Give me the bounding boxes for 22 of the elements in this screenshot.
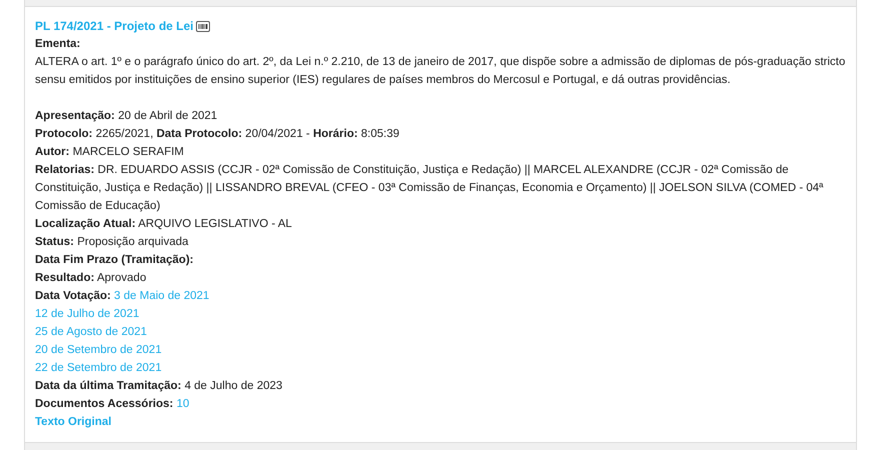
- field-line: Data Votação: 3 de Maio de 2021: [35, 289, 210, 304]
- field-line: Documentos Acessórios: 10: [35, 397, 190, 412]
- field-line: Autor: MARCELO SERAFIM: [35, 145, 185, 160]
- ementa-text: ALTERA o art. 1º e o parágrafo único do art. 2º, da Lei n.º 2.210, de 13 de janeiro de 2017, que dispõe sobre a admissão de diplomas de pós-graduação stricto sensu emitidos por instituições de ensino superior (IES) regulares de países membros do Mercosul e Portugal, e dá outras providências.: [35, 55, 846, 88]
- link[interactable]: 25 de Agosto de 2021: [35, 326, 147, 338]
- title-link[interactable]: PL 174/2021 - Projeto de Lei: [35, 17, 194, 35]
- field-line: Apresentação: 20 de Abril de 2021: [35, 109, 218, 124]
- field-line: Data Fim Prazo (Tramitação):: [35, 253, 194, 268]
- field-line: Resultado: Aprovado: [35, 271, 148, 286]
- link[interactable]: 20 de Setembro de 2021: [35, 344, 162, 356]
- field-line: Protocolo: 2265/2021, Data Protocolo: 20/04/2021 - Horário: 8:05:39: [35, 127, 400, 142]
- link[interactable]: 3 de Maio de 2021: [114, 290, 210, 302]
- field-line: Data da última Tramitação: 4 de Julho de 2023: [35, 379, 284, 394]
- link[interactable]: 22 de Setembro de 2021: [35, 362, 162, 374]
- field-label: Ementa:: [35, 37, 82, 52]
- field-line: Localização Atual: ARQUIVO LEGISLATIVO - AL: [35, 217, 293, 232]
- link[interactable]: 10: [176, 398, 190, 410]
- striped-box-icon: [196, 20, 210, 32]
- field-line: Relatorias: DR. EDUARDO ASSIS (CCJR - 02ª Comissão de Constituição, Justiça e Redação) || MARCEL ALEXANDRE (CCJR - 02ª Comissão de Constituição, Justiça e Redação) || LISSANDRO BREVAL (CFEO - 03ª Comissão de Finanças, Economia e Orçamento) || JOELSON SILVA (COMED - 04ª Comissão de Educação): [35, 163, 824, 214]
- link[interactable]: Texto Original: [35, 416, 112, 428]
- field-line: Status: Proposição arquivada: [35, 235, 190, 250]
- link[interactable]: 12 de Julho de 2021: [35, 308, 140, 320]
